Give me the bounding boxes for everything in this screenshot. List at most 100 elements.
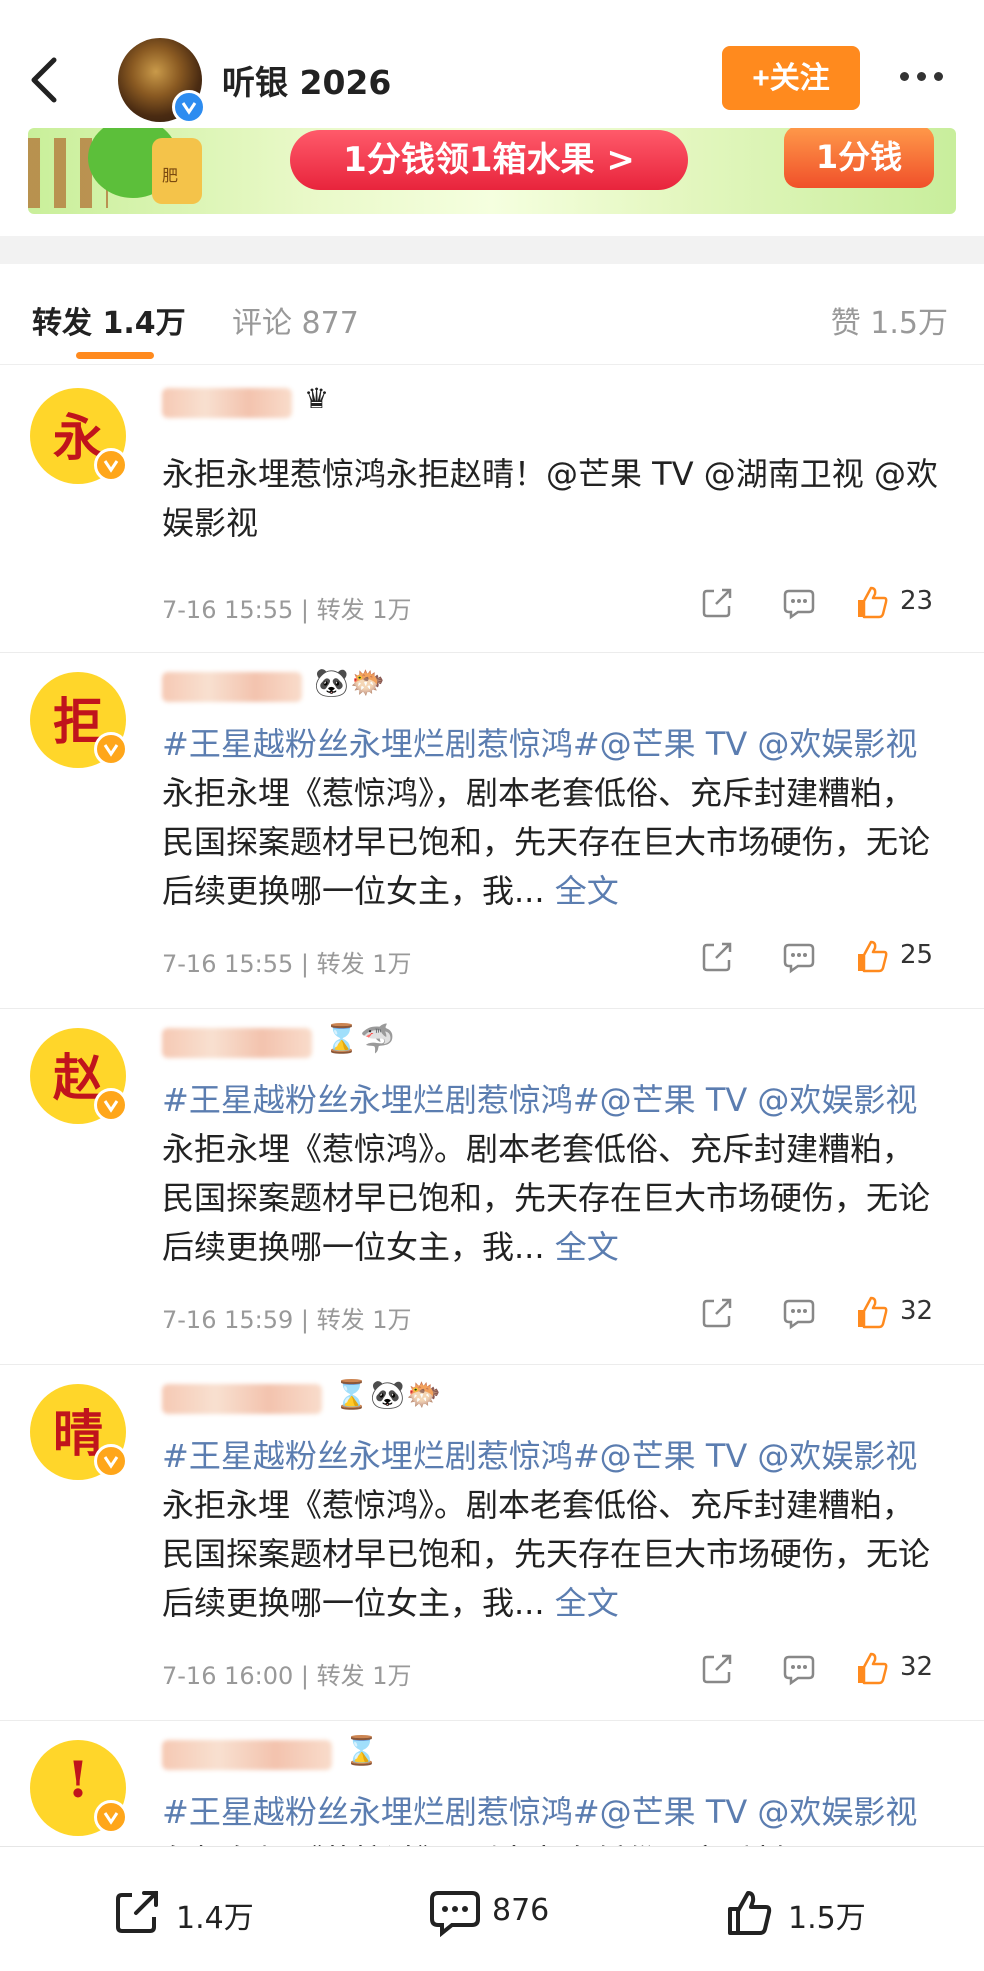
repost-count: 转发 1万 [316,1662,412,1690]
thumbs-up-icon [858,1296,888,1329]
share-icon [116,1891,158,1933]
verified-icon [94,1444,128,1478]
like-button[interactable]: 32 [854,1650,933,1690]
commenter-avatar[interactable]: 赵 [30,1028,128,1124]
blurred-username[interactable] [162,672,302,702]
blurred-username[interactable] [162,1028,312,1058]
commenter-avatar[interactable]: ! [30,1740,128,1836]
repost-text: #王星越粉丝永埋烂剧惹惊鸿#@芒果 TV @欢娱影视永拒永埋《惹惊鸿》。剧本老套… [162,1432,942,1628]
comment-button[interactable]: 876 [428,1887,549,1938]
share-icon[interactable] [700,1296,734,1334]
comment-icon[interactable] [782,1296,816,1334]
author-name[interactable]: 听银 2026 [222,56,391,104]
thumbs-up-icon [858,586,888,619]
share-button[interactable]: 1.4万 [112,1887,254,1937]
repost-item[interactable]: !⌛#王星越粉丝永埋烂剧惹惊鸿#@芒果 TV @欢娱影视永拒永埋《惹惊鸿》。剧本… [0,1720,984,1880]
like-button[interactable]: 1.5万 [724,1887,866,1937]
topic-link[interactable]: @芒果 TV @欢娱影视 [600,1793,918,1831]
commenter-avatar[interactable]: 拒 [30,672,128,768]
like-count: 1.5万 [788,1901,866,1936]
comment-icon[interactable] [782,1652,816,1690]
like-button[interactable]: 23 [854,584,933,624]
repost-text: #王星越粉丝永埋烂剧惹惊鸿#@芒果 TV @欢娱影视永拒永埋《惹惊鸿》，剧本老套… [162,720,942,916]
read-full-link[interactable]: 全文 [545,1228,619,1266]
comment-icon [430,1891,480,1938]
like-button[interactable]: 32 [854,1294,933,1334]
thumbs-up-icon [858,1652,888,1685]
verified-icon [94,732,128,766]
topic-link[interactable]: #王星越粉丝永埋烂剧惹惊鸿# [162,1437,600,1475]
commenter-avatar[interactable]: 永 [30,388,128,484]
verified-icon [94,1088,128,1122]
repost-item[interactable]: 赵 ⌛ 🦈 #王星越粉丝永埋烂剧惹惊鸿#@芒果 TV @欢娱影视永拒永埋《惹惊鸿》。剧… [0,1008,984,1365]
more-options-icon[interactable] [896,60,956,94]
tab-repost[interactable]: 转发 1.4万 [32,298,186,342]
topic-link[interactable]: @芒果 TV @欢娱影视 [600,1081,918,1119]
active-tab-indicator [76,352,154,359]
repost-item[interactable]: 永 ♛ 永拒永埋惹惊鸿永拒赵晴！@芒果 TV @湖南卫视 @欢娱影视 7-16 15:… [0,368,984,653]
timestamp: 7-16 15:59 [162,1306,294,1334]
badge-icon: 🦈 [360,1022,395,1055]
thumbs-up-icon [728,1891,772,1935]
share-count: 1.4万 [176,1901,254,1936]
repost-count: 转发 1万 [316,1306,412,1334]
tab-comment[interactable]: 评论 877 [232,298,359,342]
comment-count: 876 [492,1893,550,1928]
badge-icon: 🐡 [406,1378,441,1411]
repost-count: 转发 1万 [316,596,412,624]
timestamp: 7-16 16:00 [162,1662,294,1690]
read-full-link[interactable]: 全文 [545,1584,619,1622]
repost-text: #王星越粉丝永埋烂剧惹惊鸿#@芒果 TV @欢娱影视永拒永埋《惹惊鸿》。剧本老套… [162,1076,942,1272]
timestamp: 7-16 15:55 [162,950,294,978]
bottom-action-bar: 1.4万 876 1.5万 [0,1846,984,1971]
follow-button[interactable]: +关注 [722,46,860,110]
repost-meta: 7-16 15:59 | 转发 1万 [162,1300,412,1335]
item-actions: 32 [700,1292,950,1332]
share-icon[interactable] [700,586,734,624]
blurred-username[interactable] [162,388,292,418]
badge-icon: 🐡 [350,666,385,699]
topic-link[interactable]: @芒果 TV @欢娱影视 [600,1437,918,1475]
like-button[interactable]: 25 [854,938,933,978]
topic-link[interactable]: @芒果 TV @欢娱影视 [600,725,918,763]
badge-icon: ⌛ [334,1378,369,1411]
text-segment: 永拒永埋惹惊鸿永拒赵晴！@芒果 TV @湖南卫视 @欢娱影视 [162,455,938,542]
comment-icon[interactable] [782,940,816,978]
item-actions: 23 [700,582,950,622]
repost-meta: 7-16 15:55 | 转发 1万 [162,944,412,979]
repost-meta: 7-16 16:00 | 转发 1万 [162,1656,412,1691]
promo-banner[interactable]: 肥 1分钱领1箱水果 > 1分钱 [28,128,956,214]
repost-meta: 7-16 15:55 | 转发 1万 [162,590,412,625]
repost-item[interactable]: 晴 ⌛ 🐼 🐡 #王星越粉丝永埋烂剧惹惊鸿#@芒果 TV @欢娱影视永拒永埋《惹惊鸿》。… [0,1364,984,1721]
topic-link[interactable]: #王星越粉丝永埋烂剧惹惊鸿# [162,1081,600,1119]
top-header: 听银 2026 +关注 [0,0,984,138]
blurred-username[interactable] [162,1740,332,1770]
blurred-username[interactable] [162,1384,322,1414]
promo-pill[interactable]: 1分钱领1箱水果 > [290,130,688,190]
meta-divider: | [293,1306,317,1334]
meta-divider: | [293,1662,317,1690]
repost-count: 转发 1万 [316,950,412,978]
topic-link[interactable]: #王星越粉丝永埋烂剧惹惊鸿# [162,1793,600,1831]
comment-icon[interactable] [782,586,816,624]
share-icon[interactable] [700,940,734,978]
like-count: 32 [900,1296,934,1326]
share-icon[interactable] [700,1652,734,1690]
timestamp: 7-16 15:55 [162,596,294,624]
topic-link[interactable]: #王星越粉丝永埋烂剧惹惊鸿# [162,725,600,763]
promo-right-button[interactable]: 1分钱 [784,128,934,188]
section-separator [0,236,984,264]
read-full-link[interactable]: 全文 [545,872,619,910]
commenter-avatar[interactable]: 晴 [30,1384,128,1480]
repost-item[interactable]: 拒 🐼 🐡 #王星越粉丝永埋烂剧惹惊鸿#@芒果 TV @欢娱影视永拒永埋《惹惊鸿》，剧… [0,652,984,1009]
fertilizer-jar-graphic: 肥 [152,138,202,204]
badge-icon: ⌛ [324,1022,359,1055]
like-count: 23 [900,586,934,616]
tab-like[interactable]: 赞 1.5万 [831,298,948,342]
author-avatar[interactable] [118,38,206,124]
verified-icon [94,1800,128,1834]
verified-icon [94,448,128,482]
badge-icon: ⌛ [344,1734,379,1767]
like-count: 25 [900,940,934,970]
back-arrow-icon[interactable] [24,50,64,110]
